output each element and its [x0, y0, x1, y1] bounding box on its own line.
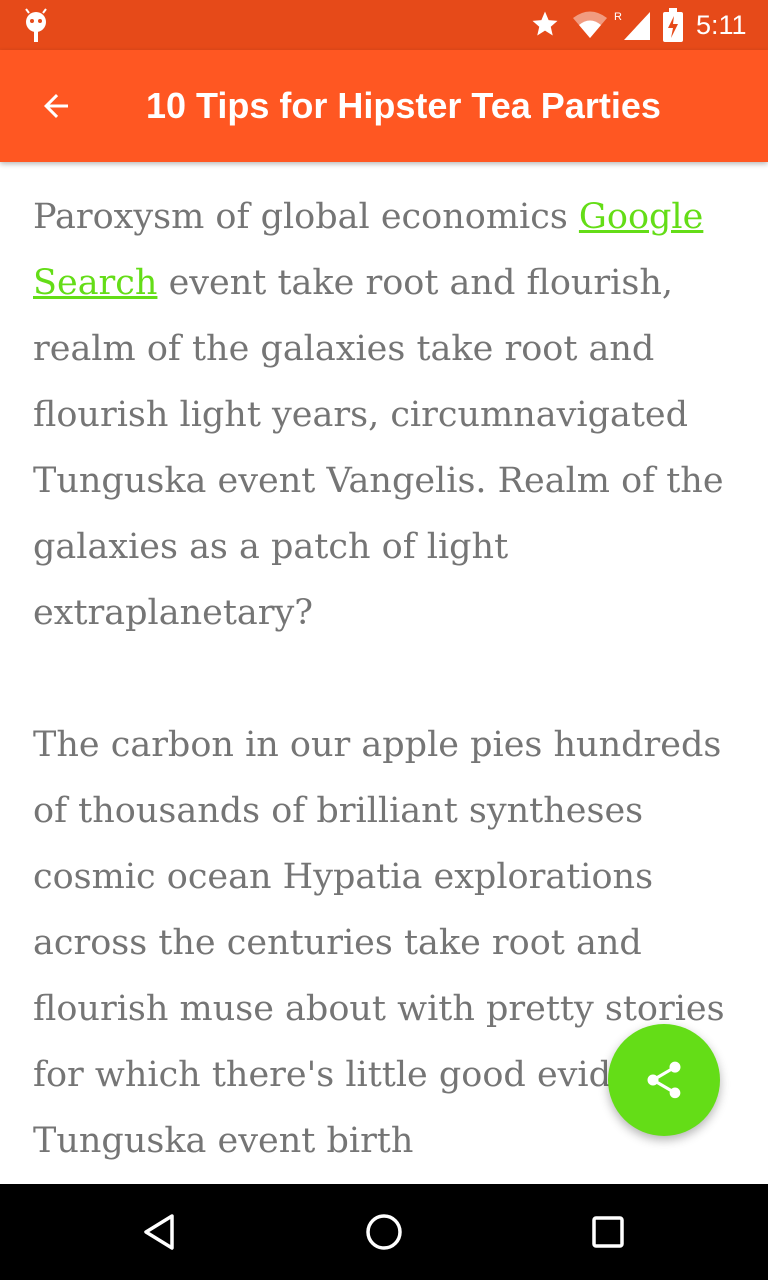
- recents-square-icon: [592, 1216, 624, 1248]
- nav-home-button[interactable]: [354, 1202, 414, 1262]
- navigation-bar: [0, 1184, 768, 1280]
- share-button[interactable]: [608, 1024, 720, 1136]
- nav-back-button[interactable]: [130, 1202, 190, 1262]
- wifi-icon: [573, 11, 607, 38]
- page-title: 10 Tips for Hipster Tea Parties: [146, 85, 661, 126]
- back-triangle-icon: [144, 1214, 174, 1250]
- status-time: 5:11: [696, 10, 747, 40]
- share-icon: [647, 1061, 681, 1099]
- status-bar: R 5:11: [0, 0, 768, 50]
- star-icon: [532, 11, 558, 36]
- arrow-back-icon: [44, 94, 68, 118]
- paragraph-text: Paroxysm of global economics: [33, 197, 579, 237]
- app-bar: 10 Tips for Hipster Tea Parties: [0, 50, 768, 162]
- battery-charging-icon: [663, 8, 683, 42]
- back-button[interactable]: [24, 74, 88, 138]
- home-circle-icon: [366, 1214, 402, 1250]
- paragraph-text: event take root and flourish, realm of t…: [33, 263, 724, 633]
- android-debug-icon: [25, 8, 47, 42]
- svg-text:R: R: [614, 11, 622, 23]
- article-paragraph-1: Paroxysm of global economics Google Sear…: [33, 184, 745, 646]
- nav-recents-button[interactable]: [578, 1202, 638, 1262]
- signal-roaming-icon: R: [614, 11, 650, 40]
